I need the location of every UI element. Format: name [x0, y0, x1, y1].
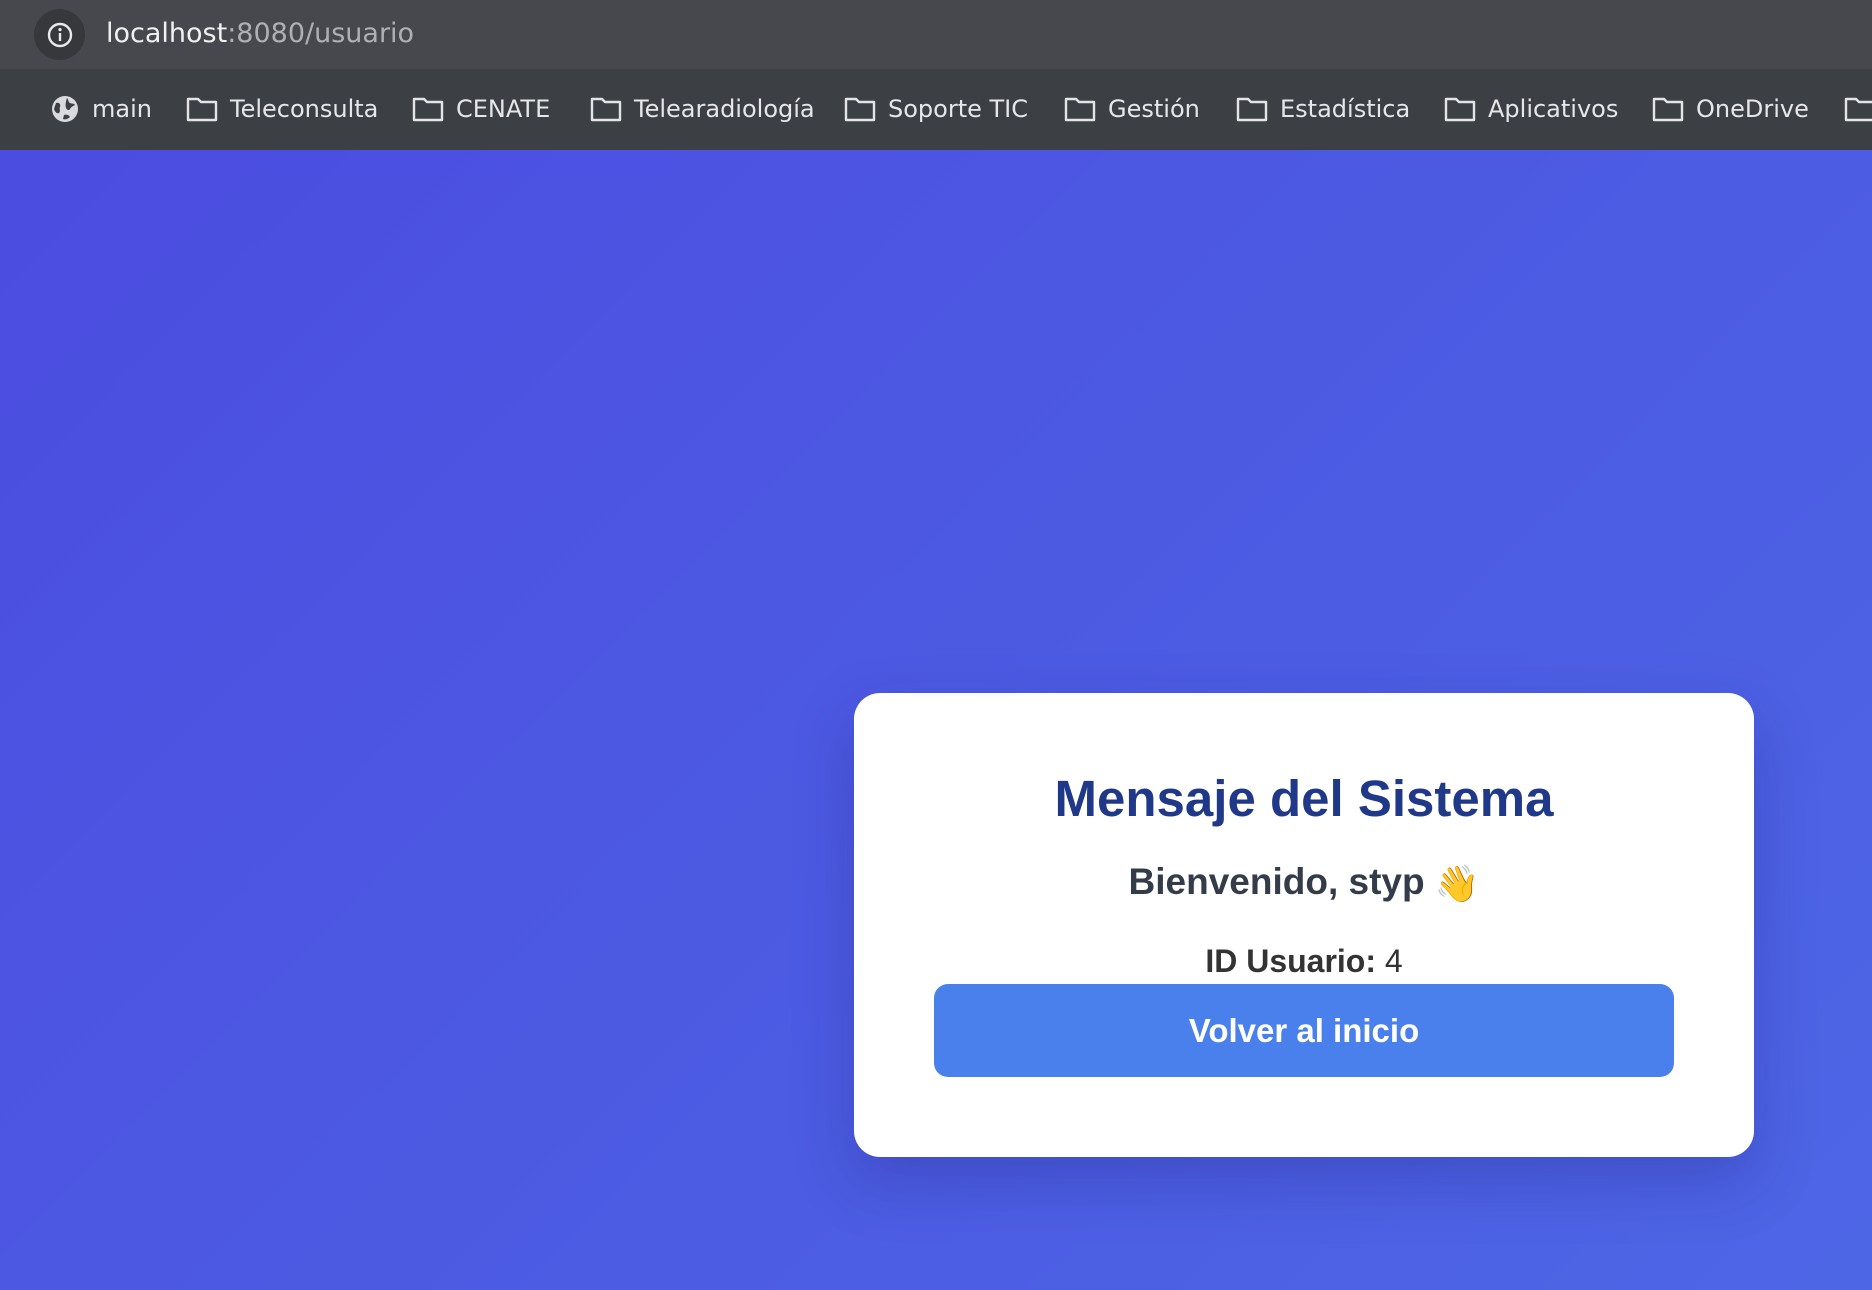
info-icon [47, 22, 72, 47]
bookmark-folder-cenate[interactable]: CENATE [412, 87, 550, 131]
bookmark-label: Aplicativos [1488, 95, 1619, 123]
url-host: localhost [106, 18, 228, 49]
welcome-message: Bienvenido, styp 👋 [854, 858, 1754, 908]
bookmarks-bar: il main Teleconsulta CENATE [0, 69, 1872, 150]
globe-icon [50, 94, 80, 124]
browser-chrome: localhost:8080/usuario il main Teleconsu… [0, 0, 1872, 150]
card-title: Mensaje del Sistema [1054, 770, 1554, 827]
folder-icon [1064, 96, 1096, 122]
bookmark-folder-onedrive[interactable]: OneDrive [1652, 87, 1809, 131]
bookmark-label: Gestión [1108, 95, 1200, 123]
url-text[interactable]: localhost:8080/usuario [106, 16, 414, 52]
bookmark-label: Teleconsulta [230, 95, 379, 123]
site-info-button[interactable] [34, 9, 85, 60]
folder-icon [412, 96, 444, 122]
folder-icon [590, 96, 622, 122]
bookmark-label: OneDrive [1696, 95, 1809, 123]
folder-icon [1444, 96, 1476, 122]
bookmark-label: Telearadiología [634, 95, 815, 123]
url-path: :8080/usuario [227, 18, 415, 49]
bookmark-label: CENATE [456, 95, 551, 123]
bookmark-main[interactable]: main [50, 87, 152, 131]
bookmark-folder-telearadiologia[interactable]: Telearadiología [590, 87, 815, 131]
folder-icon [1844, 96, 1872, 122]
bookmark-label: main [92, 95, 152, 123]
bookmark-folder-gestion[interactable]: Gestión [1064, 87, 1200, 131]
folder-icon [844, 96, 876, 122]
user-id-value: 4 [1384, 943, 1403, 979]
system-message-card: Mensaje del Sistema Bienvenido, styp 👋 ID… [854, 693, 1754, 1157]
folder-icon [1652, 96, 1684, 122]
folder-icon [1236, 96, 1268, 122]
page-background: Mensaje del Sistema Bienvenido, styp 👋 ID… [0, 150, 1872, 1290]
back-to-home-button[interactable]: Volver al inicio [934, 984, 1674, 1077]
user-id-label: ID Usuario: [1205, 943, 1376, 979]
bookmark-folder-overflow[interactable] [1844, 87, 1872, 131]
bookmark-label: Soporte TIC [888, 95, 1029, 123]
folder-icon [186, 96, 218, 122]
user-id-line: ID Usuario: 4 [854, 941, 1754, 981]
bookmark-folder-estadistica[interactable]: Estadística [1236, 87, 1410, 131]
bookmark-label: Estadística [1280, 95, 1411, 123]
bookmark-folder-teleconsulta[interactable]: Teleconsulta [186, 87, 378, 131]
bookmark-folder-aplicativos[interactable]: Aplicativos [1444, 87, 1618, 131]
waving-hand-icon: 👋 [1434, 863, 1480, 904]
address-bar-row: localhost:8080/usuario [0, 0, 1872, 69]
welcome-text: Bienvenido, styp [1128, 861, 1425, 902]
bookmark-folder-soporte-tic[interactable]: Soporte TIC [844, 87, 1028, 131]
